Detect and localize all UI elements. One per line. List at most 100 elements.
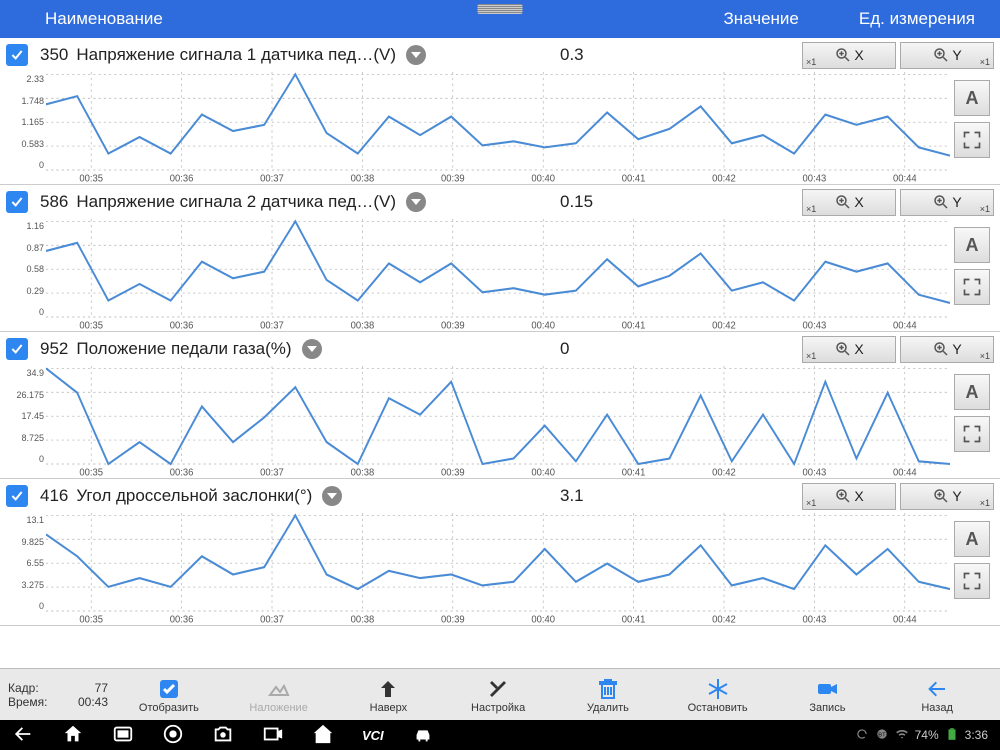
svg-text:00:36: 00:36 [170,173,194,184]
svg-text:00:38: 00:38 [351,320,375,331]
svg-text:00:35: 00:35 [79,614,103,625]
svg-text:00:35: 00:35 [79,173,103,184]
time-value: 00:43 [78,695,108,709]
zoom-y-button[interactable]: Y×1 [900,42,994,69]
browser-icon[interactable] [162,723,184,748]
svg-text:00:37: 00:37 [260,614,284,625]
toolbar-freeze-button[interactable]: Остановить [675,671,761,719]
zoom-y-button[interactable]: Y×1 [900,336,994,363]
row-id: 350 [40,45,68,65]
chart-plot[interactable]: 00:3500:3600:3700:3800:3900:4000:4100:42… [46,219,950,331]
svg-text:00:38: 00:38 [351,467,375,478]
auto-scale-button[interactable]: A [954,521,990,557]
battery-icon [945,727,959,744]
fullscreen-button[interactable] [954,416,990,452]
camera-icon[interactable] [212,723,234,748]
svg-text:00:37: 00:37 [260,173,284,184]
zoom-x-button[interactable]: ×1X [802,336,896,363]
zoom-y-button[interactable]: Y×1 [900,189,994,216]
toolbar-overlay-button[interactable]: Наложение [236,671,322,719]
nav-recent-icon[interactable] [112,723,134,748]
row-checkbox[interactable] [6,191,28,213]
toolbar-show-button[interactable]: Отобразить [126,671,212,719]
chart-row-586: 586 Напряжение сигнала 2 датчика пед…(V)… [0,185,1000,332]
zoom-x-button[interactable]: ×1X [802,189,896,216]
sync-icon [855,727,869,744]
row-checkbox[interactable] [6,485,28,507]
svg-text:00:38: 00:38 [351,173,375,184]
svg-text:00:35: 00:35 [79,320,103,331]
chart-row-350: 350 Напряжение сигнала 1 датчика пед…(V)… [0,38,1000,185]
brightness-icon[interactable] [262,723,284,748]
kadr-label: Кадр: [8,681,39,695]
auto-scale-button[interactable]: A [954,80,990,116]
toolbar-freeze-label: Остановить [688,702,748,714]
zoom-x-button[interactable]: ×1X [802,483,896,510]
toolbar-record-button[interactable]: Запись [784,671,870,719]
col-header-name: Наименование [45,9,163,29]
svg-text:00:37: 00:37 [260,467,284,478]
toolbar-show-label: Отобразить [139,702,199,714]
dropdown-icon[interactable] [406,45,426,65]
row-value: 0.3 [560,45,584,65]
svg-text:00:42: 00:42 [712,614,736,625]
row-value: 0.15 [560,192,593,212]
svg-text:00:44: 00:44 [893,173,917,184]
auto-scale-button[interactable]: A [954,227,990,263]
svg-text:00:41: 00:41 [622,320,646,331]
toolbar-back-button[interactable]: Назад [894,671,980,719]
zoom-y-button[interactable]: Y×1 [900,483,994,510]
nav-back-icon[interactable] [12,723,34,748]
dropdown-icon[interactable] [322,486,342,506]
bluetooth-icon: BT [875,727,889,744]
toolbar-bottom: Кадр: 77 Время: 00:43 Отобразить Наложение… [0,668,1000,720]
dropdown-icon[interactable] [302,339,322,359]
auto-scale-button[interactable]: A [954,374,990,410]
chart-plot[interactable]: 00:3500:3600:3700:3800:3900:4000:4100:42… [46,366,950,478]
kadr-value: 77 [95,681,108,695]
svg-text:00:43: 00:43 [803,173,827,184]
battery-pct: 74% [915,728,939,742]
toolbar-back-label: Назад [921,702,953,714]
frame-time-info: Кадр: 77 Время: 00:43 [8,681,108,709]
car-icon[interactable] [412,723,434,748]
svg-text:00:35: 00:35 [79,467,103,478]
chart-plot[interactable]: 00:3500:3600:3700:3800:3900:4000:4100:42… [46,72,950,184]
zoom-x-button[interactable]: ×1X [802,42,896,69]
column-header-bar: Наименование Значение Ед. измерения [0,0,1000,38]
toolbar-overlay-label: Наложение [249,702,307,714]
time-label: Время: [8,695,47,709]
fullscreen-button[interactable] [954,269,990,305]
app-home-icon[interactable] [312,723,334,748]
dropdown-icon[interactable] [406,192,426,212]
row-id: 952 [40,339,68,359]
toolbar-delete-label: Удалить [587,702,629,714]
row-checkbox[interactable] [6,338,28,360]
svg-text:00:42: 00:42 [712,320,736,331]
svg-text:00:40: 00:40 [531,467,555,478]
row-value: 3.1 [560,486,584,506]
fullscreen-button[interactable] [954,563,990,599]
toolbar-delete-button[interactable]: Удалить [565,671,651,719]
toolbar-settings-label: Настройка [471,702,525,714]
svg-text:00:36: 00:36 [170,320,194,331]
chart-plot[interactable]: 00:3500:3600:3700:3800:3900:4000:4100:42… [46,513,950,625]
toolbar-record-label: Запись [809,702,845,714]
toolbar-up-button[interactable]: Наверх [345,671,431,719]
wifi-icon [895,727,909,744]
svg-text:00:44: 00:44 [893,467,917,478]
toolbar-settings-button[interactable]: Настройка [455,671,541,719]
row-title: Угол дроссельной заслонки(°) [76,486,312,506]
svg-text:00:44: 00:44 [893,614,917,625]
svg-text:00:42: 00:42 [712,173,736,184]
col-header-unit: Ед. измерения [859,9,975,29]
nav-home-icon[interactable] [62,723,84,748]
drag-handle-icon[interactable] [478,4,523,14]
row-id: 416 [40,486,68,506]
y-axis-labels: 2.331.7481.1650.5830 [6,72,46,184]
svg-text:00:40: 00:40 [531,320,555,331]
fullscreen-button[interactable] [954,122,990,158]
svg-text:00:38: 00:38 [351,614,375,625]
row-checkbox[interactable] [6,44,28,66]
y-axis-labels: 13.19.8256.553.2750 [6,513,46,625]
